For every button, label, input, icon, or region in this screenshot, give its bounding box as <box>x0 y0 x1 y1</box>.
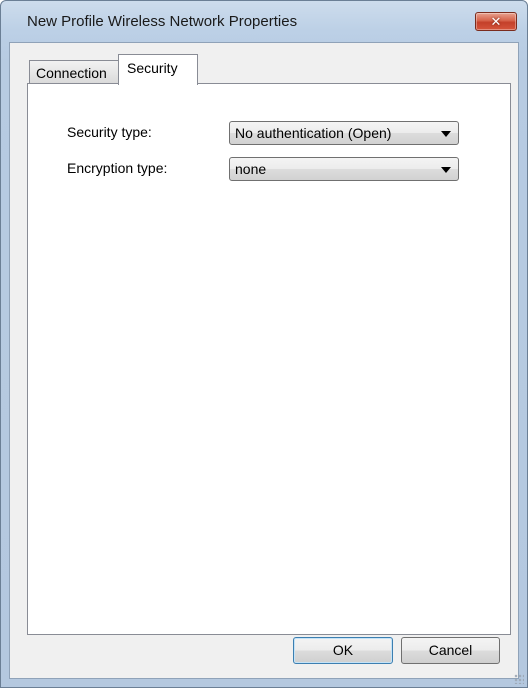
chevron-down-icon <box>441 167 451 173</box>
cancel-button[interactable]: Cancel <box>401 637 500 664</box>
ok-button[interactable]: OK <box>293 637 393 664</box>
dialog-client-area: Connection Security Security type: No au… <box>9 42 519 679</box>
close-button[interactable]: ✕ <box>475 12 517 31</box>
encryption-type-value: none <box>235 161 267 177</box>
title-bar[interactable]: New Profile Wireless Network Properties … <box>1 1 527 43</box>
close-icon: ✕ <box>490 14 502 29</box>
encryption-type-label: Encryption type: <box>67 160 168 176</box>
chevron-down-icon <box>441 131 451 137</box>
resize-grip[interactable] <box>514 674 524 684</box>
security-type-label: Security type: <box>67 124 152 140</box>
security-type-dropdown[interactable]: No authentication (Open) <box>229 121 459 145</box>
security-type-value: No authentication (Open) <box>235 125 392 141</box>
dialog-window: New Profile Wireless Network Properties … <box>0 0 528 688</box>
security-tab-panel: Security type: No authentication (Open) … <box>27 83 511 635</box>
tab-connection[interactable]: Connection <box>29 60 119 84</box>
encryption-type-dropdown[interactable]: none <box>229 157 459 181</box>
tab-security[interactable]: Security <box>118 54 198 85</box>
window-title: New Profile Wireless Network Properties <box>27 13 298 30</box>
